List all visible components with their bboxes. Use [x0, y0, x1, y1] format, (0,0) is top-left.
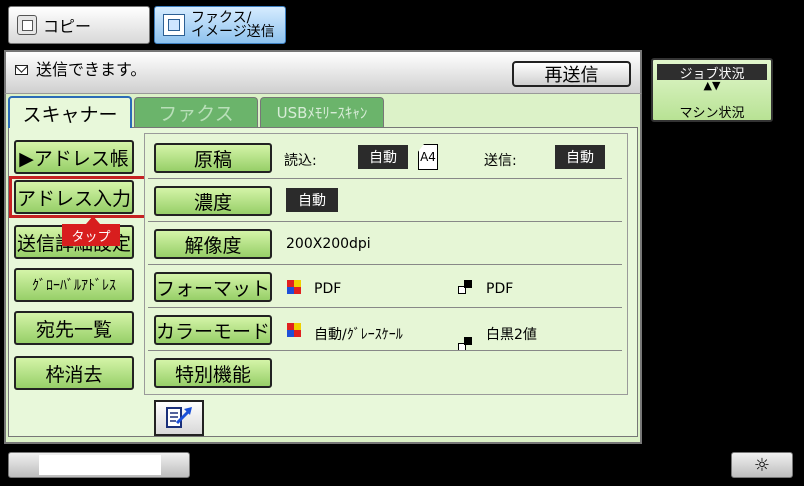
special-functions-button[interactable]: 特別機能 — [154, 358, 272, 388]
read-value: 自動 — [358, 145, 408, 169]
fax-mode-label-line2: イメージ送信 — [191, 24, 275, 40]
resolution-value: 200X200dpi — [286, 236, 371, 252]
up-down-arrow-icon: ▲▼ — [703, 79, 721, 92]
fax-image-send-mode-tab[interactable]: ファクス/ イメージ送信 — [154, 6, 286, 44]
status-message: 送信できます。 — [36, 60, 147, 79]
tab-scanner[interactable]: スキャナー — [8, 96, 132, 128]
color-mode-icon — [287, 323, 301, 337]
color-mode-color-value: 自動/ｸﾞﾚｰｽｹｰﾙ — [314, 327, 403, 343]
original-button[interactable]: 原稿 — [154, 143, 272, 173]
job-status-button[interactable]: ジョブ状況 ▲▼ マシン状況 — [651, 58, 773, 122]
divider — [148, 307, 622, 308]
send-value: 自動 — [555, 145, 605, 169]
divider — [148, 178, 622, 179]
preview-button[interactable] — [154, 400, 204, 436]
read-label: 読込: — [284, 153, 317, 169]
format-bw-value: PDF — [486, 281, 514, 297]
divider — [148, 221, 622, 222]
brightness-icon: ☼ — [753, 454, 771, 476]
erase-frame-button[interactable]: 枠消去 — [14, 356, 134, 390]
resolution-button[interactable]: 解像度 — [154, 229, 272, 259]
machine-status-label: マシン状況 — [679, 106, 745, 121]
copy-mode-tab[interactable]: コピー — [8, 6, 150, 44]
copy-mode-label: コピー — [43, 17, 92, 36]
document-arrow-icon — [166, 407, 192, 428]
address-book-button[interactable]: ▶アドレス帳 — [14, 140, 134, 174]
color-mode-button[interactable]: カラーモード — [154, 315, 272, 345]
bw-mode-icon — [458, 280, 472, 294]
destination-list-button[interactable]: 宛先一覧 — [14, 311, 134, 345]
format-color-value: PDF — [314, 281, 342, 297]
resend-button[interactable]: 再送信 — [512, 61, 631, 87]
send-label: 送信: — [484, 153, 517, 169]
job-status-label: ジョブ状況 — [657, 64, 767, 82]
highlight-box — [9, 176, 148, 218]
tab-fax[interactable]: ファクス — [134, 97, 258, 127]
mail-icon — [15, 65, 28, 75]
global-address-button[interactable]: ｸﾞﾛｰﾊﾞﾙｱﾄﾞﾚｽ — [14, 268, 134, 302]
bottom-progress-bar — [8, 452, 190, 478]
tap-tooltip: タップ — [62, 216, 120, 246]
fax-mode-label-line1: ファクス/ — [191, 10, 252, 26]
density-value: 自動 — [286, 188, 338, 212]
copy-icon — [17, 15, 37, 35]
brightness-button[interactable]: ☼ — [731, 452, 793, 478]
color-mode-icon — [287, 280, 301, 294]
format-button[interactable]: フォーマット — [154, 272, 272, 302]
fax-icon — [163, 14, 185, 36]
fax-mode-label: ファクス/ イメージ送信 — [191, 11, 275, 39]
tab-usb-memory-scan[interactable]: USBﾒﾓﾘｰｽｷｬﾝ — [260, 97, 384, 127]
divider — [148, 264, 622, 265]
bw-mode-icon — [458, 337, 472, 351]
color-mode-bw-value: 白黒2値 — [486, 327, 537, 343]
divider — [148, 350, 622, 351]
density-button[interactable]: 濃度 — [154, 186, 272, 216]
bottom-bar-inner — [39, 455, 161, 475]
